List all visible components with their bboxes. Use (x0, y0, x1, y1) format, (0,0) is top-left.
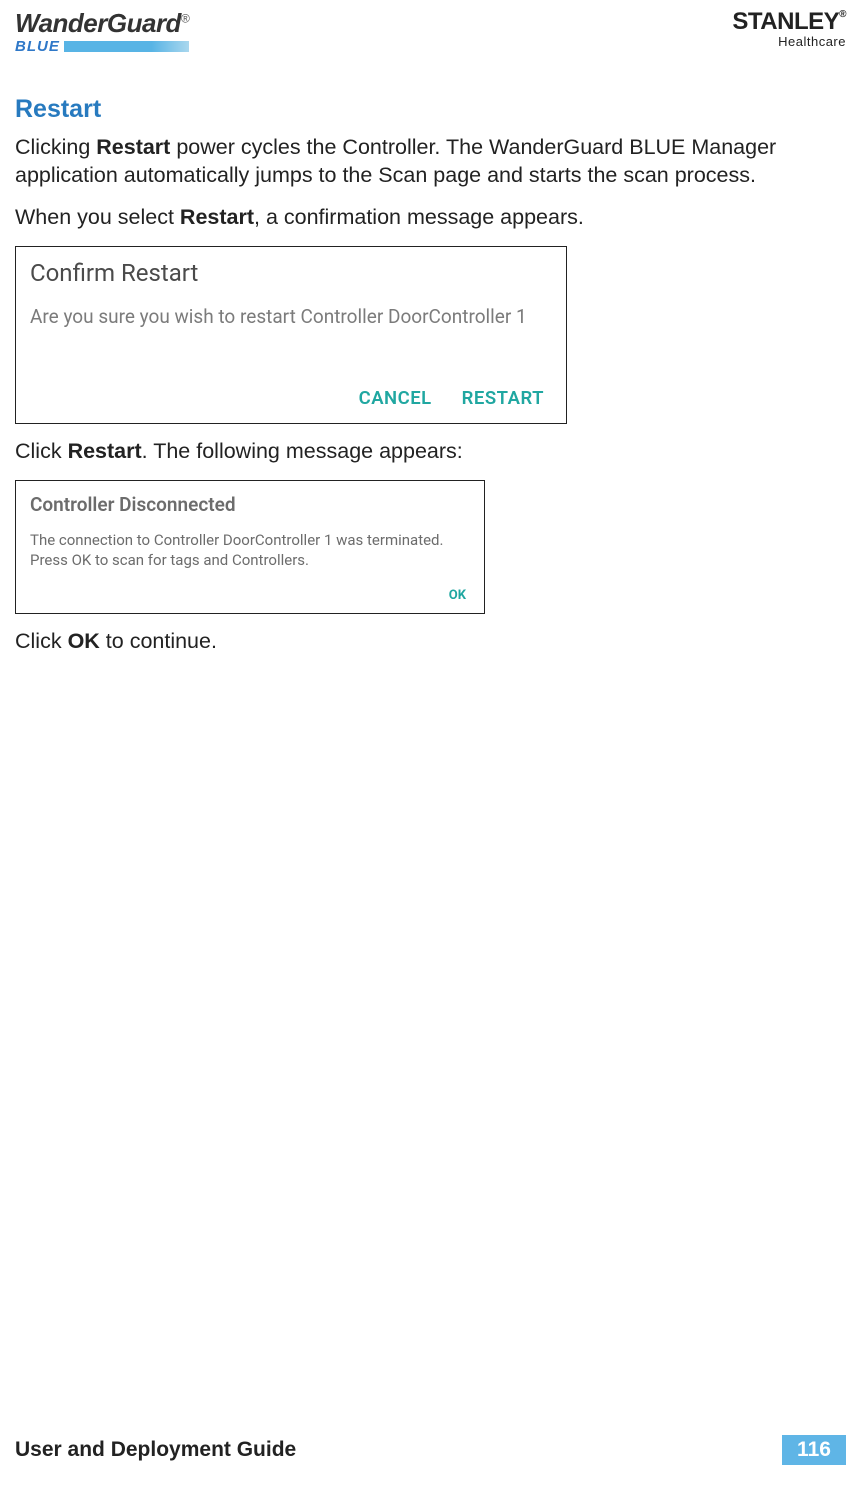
para4-bold: OK (68, 629, 100, 653)
company-main-text: STANLEY (732, 8, 839, 35)
ok-button[interactable]: OK (30, 588, 470, 603)
brand-sub: BLUE (15, 38, 60, 55)
dialog2-title: Controller Disconnected (30, 493, 470, 516)
brand-sub-row: BLUE (15, 38, 189, 55)
footer-guide: User and Deployment Guide (15, 1438, 296, 1462)
company-reg: ® (839, 9, 846, 20)
para1-pre: Clicking (15, 135, 96, 159)
disconnected-dialog: Controller Disconnected The connection t… (15, 480, 485, 615)
dialog1-actions: CANCEL RESTART (359, 387, 544, 409)
stanley-logo: STANLEY® Healthcare (732, 10, 846, 49)
restart-button[interactable]: RESTART (462, 387, 544, 409)
page-header: WanderGuard® BLUE STANLEY® Healthcare (15, 10, 846, 55)
dialog1-body: Are you sure you wish to restart Control… (30, 305, 552, 328)
footer-page-number: 116 (782, 1435, 846, 1465)
brand-main: WanderGuard® (15, 10, 189, 36)
brand-main-text: WanderGuard (15, 8, 181, 38)
dialog2-body: The connection to Controller DoorControl… (30, 530, 470, 571)
paragraph-3: Click Restart. The following message app… (15, 438, 846, 466)
brand-bar-icon (64, 41, 189, 52)
company-sub: Healthcare (732, 34, 846, 49)
company-main: STANLEY® (732, 10, 846, 34)
para2-post: , a confirmation message appears. (254, 205, 584, 229)
paragraph-1: Clicking Restart power cycles the Contro… (15, 134, 846, 190)
paragraph-2: When you select Restart, a confirmation … (15, 204, 846, 232)
section-heading: Restart (15, 95, 846, 124)
para4-post: to continue. (100, 629, 217, 653)
confirm-restart-dialog: Confirm Restart Are you sure you wish to… (15, 246, 567, 424)
para3-pre: Click (15, 439, 68, 463)
wanderguard-logo: WanderGuard® BLUE (15, 10, 189, 55)
dialog1-title: Confirm Restart (30, 259, 552, 287)
para3-post: . The following message appears: (142, 439, 463, 463)
para2-pre: When you select (15, 205, 180, 229)
page-footer: User and Deployment Guide 116 (15, 1435, 846, 1465)
brand-reg: ® (181, 11, 189, 25)
para1-bold: Restart (96, 135, 170, 159)
para3-bold: Restart (68, 439, 142, 463)
cancel-button[interactable]: CANCEL (359, 387, 432, 409)
paragraph-4: Click OK to continue. (15, 628, 846, 656)
para2-bold: Restart (180, 205, 254, 229)
para4-pre: Click (15, 629, 68, 653)
